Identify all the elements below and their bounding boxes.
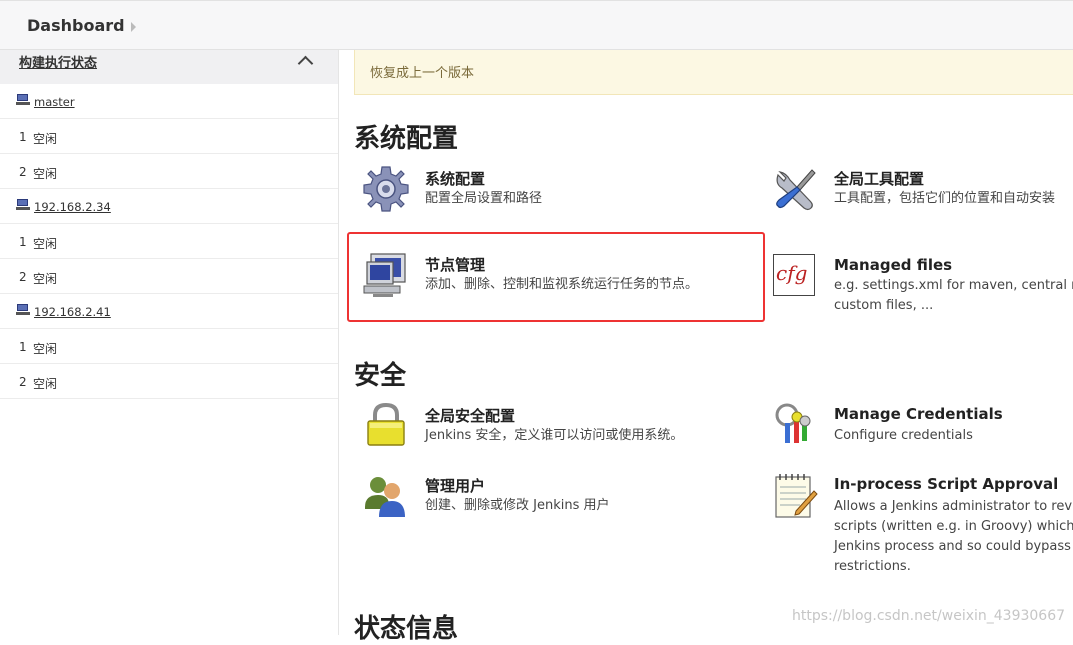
manage-jenkins-main: 恢复成上一个版本 系统配置 系统配置 配置全局设置和路径 全局工具配置 工具配置… <box>339 50 1073 644</box>
breadcrumb-bar: Dashboard <box>0 0 1073 50</box>
executor-number: 1 <box>19 130 27 144</box>
node-link[interactable]: 192.168.2.34 <box>34 200 111 214</box>
computer-icon <box>363 253 406 297</box>
breadcrumb-dashboard[interactable]: Dashboard <box>27 16 125 35</box>
lock-icon <box>367 402 405 446</box>
tools-icon <box>776 169 816 211</box>
executor-state: 空闲 <box>33 132 58 146</box>
breadcrumb-arrow-icon[interactable] <box>131 22 136 32</box>
executor-number: 1 <box>19 340 27 354</box>
notice-banner: 恢复成上一个版本 <box>354 50 1073 95</box>
tile-title[interactable]: 全局工具配置 <box>834 168 924 189</box>
node-link[interactable]: master <box>34 95 75 109</box>
tile-desc: Configure credentials <box>834 428 973 443</box>
executor-status-title[interactable]: 构建执行状态 <box>19 52 97 71</box>
executor-row: 2 空闲 <box>0 259 338 294</box>
chevron-up-icon[interactable] <box>297 55 314 72</box>
executor-state: 空闲 <box>33 272 58 286</box>
cfg-icon-text: cfg <box>776 261 808 285</box>
section-title-status: 状态信息 <box>354 614 459 644</box>
computer-icon <box>16 199 30 210</box>
users-icon <box>365 477 405 517</box>
computer-icon <box>16 94 30 105</box>
node-row: 192.168.2.41 <box>0 294 338 329</box>
tile-desc-line-2: custom files, ... <box>834 298 934 313</box>
executor-status-header[interactable]: 构建执行状态 <box>0 50 338 84</box>
notice-text[interactable]: 恢复成上一个版本 <box>370 62 474 81</box>
tile-desc: Jenkins 安全，定义谁可以访问或使用系统。 <box>425 428 684 443</box>
tile-desc-line-3: Jenkins process and so could bypass se <box>834 539 1073 554</box>
computer-icon <box>16 304 30 315</box>
tile-desc-line-2: scripts (written e.g. in Groovy) which r… <box>834 519 1073 534</box>
section-title-system: 系统配置 <box>354 124 459 154</box>
tile-desc-line-1: Allows a Jenkins administrator to review <box>834 499 1073 514</box>
executor-number: 1 <box>19 235 27 249</box>
tile-title[interactable]: 系统配置 <box>425 168 485 189</box>
section-title-security: 安全 <box>354 361 407 391</box>
tile-title[interactable]: Managed files <box>834 256 952 274</box>
executor-state: 空闲 <box>33 377 58 391</box>
executor-status-panel: 构建执行状态 master 1 空闲 2 空闲 192.168.2.34 1 空闲 2 空闲 192… <box>0 50 339 635</box>
executor-row: 1 空闲 <box>0 224 338 259</box>
notepad-icon <box>775 474 818 518</box>
tile-title[interactable]: 全局安全配置 <box>425 405 515 426</box>
executor-state: 空闲 <box>33 237 58 251</box>
tile-title[interactable]: 节点管理 <box>425 254 485 275</box>
tile-desc: 工具配置，包括它们的位置和自动安装 <box>834 191 1056 206</box>
tile-desc: 配置全局设置和路径 <box>425 191 543 206</box>
tile-desc: 添加、删除、控制和监视系统运行任务的节点。 <box>425 277 699 292</box>
executor-number: 2 <box>19 165 27 179</box>
executor-number: 2 <box>19 375 27 389</box>
watermark: https://blog.csdn.net/weixin_43930667 <box>792 608 1066 624</box>
node-row: master <box>0 84 338 119</box>
executor-row: 1 空闲 <box>0 119 338 154</box>
cfg-icon: cfg <box>773 254 815 296</box>
tile-desc-line-1: e.g. settings.xml for maven, central man <box>834 278 1073 293</box>
executor-state: 空闲 <box>33 342 58 356</box>
executor-row: 2 空闲 <box>0 364 338 399</box>
tile-title[interactable]: Manage Credentials <box>834 405 1003 423</box>
node-row: 192.168.2.34 <box>0 189 338 224</box>
tile-desc-line-4: restrictions. <box>834 559 911 574</box>
executor-number: 2 <box>19 270 27 284</box>
executor-row: 2 空闲 <box>0 154 338 189</box>
keys-icon <box>775 403 811 443</box>
tile-title[interactable]: 管理用户 <box>425 475 485 496</box>
gear-icon <box>363 166 409 212</box>
tile-desc: 创建、删除或修改 Jenkins 用户 <box>425 498 610 513</box>
executor-state: 空闲 <box>33 167 58 181</box>
tile-title[interactable]: In-process Script Approval <box>834 475 1058 493</box>
node-link[interactable]: 192.168.2.41 <box>34 305 111 319</box>
executor-row: 1 空闲 <box>0 329 338 364</box>
